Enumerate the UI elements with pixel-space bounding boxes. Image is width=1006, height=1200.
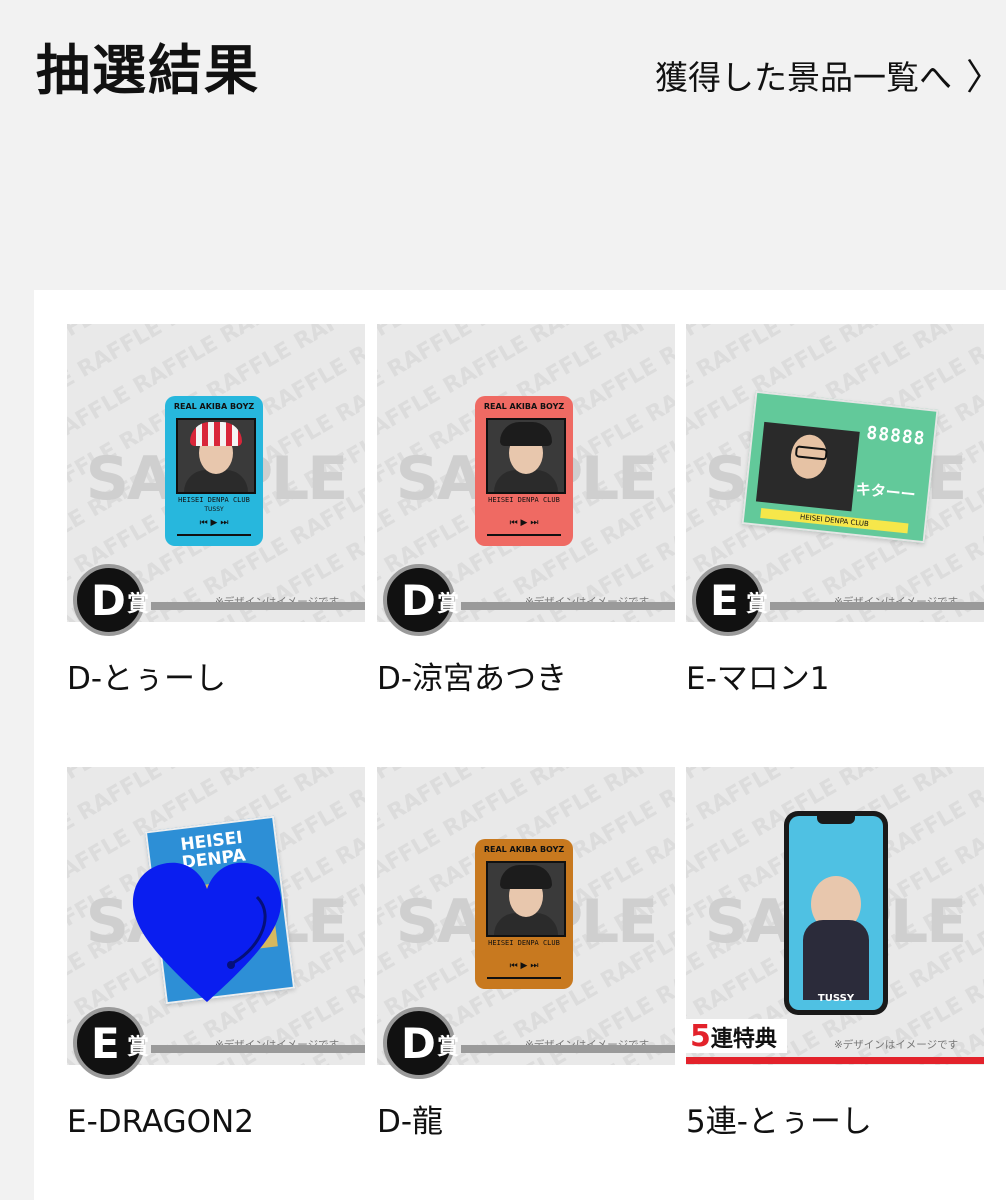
smartphone-image: TUSSY [784,811,888,1015]
raffle-watermark-text: RAFFLE RAFFLE RAFFLE RAFFLE RAFFLE RAFFL… [377,767,654,781]
prizes-list-link-label: 獲得した景品一覧へ [655,58,952,97]
raffle-watermark-text: RAFFLE RAFFLE RAFFLE RAFFLE RAFFLE RAFFL… [686,767,963,781]
heart-sticker-overlay [132,862,282,1002]
hat-shape [500,422,552,446]
grade-suffix: 賞 [746,592,769,617]
rensha-number: 5 [690,1019,711,1054]
design-caution-text: ※デザインはイメージです [834,1039,959,1051]
card-club-text: HEISEI DENPA CLUB [488,496,560,504]
hat-shape [190,422,242,446]
grade-letter: D [91,576,126,625]
grade-badge: E 賞 [686,562,984,636]
item-label: D-龍 [377,1104,444,1140]
grade-suffix: 賞 [437,592,460,617]
grade-letter: D [401,1019,436,1068]
grade-suffix: 賞 [437,1035,460,1060]
hat-shape [500,865,552,889]
acrylic-card-image: REAL AKIBA BOYZ HEISEI DENPA CLUB ⏮ ▶ ⏭ [475,839,573,989]
grade-letter: D [401,576,436,625]
ticket-card-image: 88888 キターー HEISEI DENPA CLUB [741,390,939,544]
rensha-underline [686,1057,984,1064]
results-card: RAFFLE RAFFLE RAFFLE RAFFLE RAFFLE RAFFL… [34,290,1006,1200]
portrait-photo [486,418,566,494]
card-header-text: REAL AKIBA BOYZ [483,402,565,411]
acrylic-card-image: REAL AKIBA BOYZ HEISEI DENPA CLUB ⏮ ▶ ⏭ [475,396,573,546]
grade-badge: D 賞 [377,1005,675,1079]
rensha-text: 連特典 [710,1027,777,1052]
player-controls: ⏮ ▶ ⏭ [509,961,539,971]
portrait-photo [176,418,256,494]
card-club-text: HEISEI DENPA CLUB [488,939,560,947]
raffle-watermark-text: RAFFLE RAFFLE RAFFLE RAFFLE RAFFLE RAFFL… [67,767,344,781]
item-label: D-とぅーし [67,661,227,697]
grade-badge: D 賞 [67,562,365,636]
prizes-list-link[interactable]: 獲得した景品一覧へ〉 [655,60,1002,96]
raffle-watermark-text: RAFFLE RAFFLE RAFFLE RAFFLE RAFFLE RAFFL… [686,324,984,411]
grade-letter: E [710,576,739,625]
item-label: E-DRAGON2 [67,1104,254,1140]
raffle-watermark-text: RAFFLE RAFFLE RAFFLE RAFFLE RAFFLE RAFFL… [377,324,654,338]
raffle-watermark-text: RAFFLE RAFFLE RAFFLE RAFFLE RAFFLE RAFFL… [686,324,950,395]
card-club-text: HEISEI DENPA CLUB [178,496,250,504]
item-label: E-マロン1 [686,661,830,697]
item-label: D-涼宮あつき [377,661,568,697]
portrait-photo [486,861,566,937]
grade-suffix: 賞 [127,592,150,617]
player-controls: ⏮ ▶ ⏭ [509,518,539,528]
raffle-watermark-text: RAFFLE RAFFLE RAFFLE RAFFLE RAFFLE RAFFL… [377,767,641,838]
page-header: 抽選結果 獲得した景品一覧へ〉 [0,0,1006,290]
grade-badge: D 賞 [377,562,675,636]
item-label: 5連-とぅーし [686,1104,872,1140]
rensha-bonus-label: 5連特典 [686,1019,787,1054]
smartphone-screen: TUSSY [789,816,883,1010]
acrylic-card-image: REAL AKIBA BOYZ HEISEI DENPA CLUB TUSSY … [165,396,263,546]
raffle-watermark-text: RAFFLE RAFFLE RAFFLE RAFFLE RAFFLE RAFFL… [686,324,963,338]
card-header-text: REAL AKIBA BOYZ [483,845,565,854]
grade-letter: E [91,1019,120,1068]
raffle-watermark-text: RAFFLE RAFFLE RAFFLE RAFFLE RAFFLE RAFFL… [67,324,344,338]
item-thumbnail[interactable]: RAFFLE RAFFLE RAFFLE RAFFLE RAFFLE RAFFL… [686,767,984,1065]
player-controls: ⏮ ▶ ⏭ [199,518,229,528]
chevron-right-icon: 〉 [966,57,1003,98]
grade-badge: E 賞 [67,1005,365,1079]
ticket-name: キターー [854,479,917,504]
ticket-digits: 88888 [865,422,927,450]
raffle-watermark-text: RAFFLE RAFFLE RAFFLE RAFFLE RAFFLE RAFFL… [377,324,641,395]
page-title: 抽選結果 [36,39,260,102]
raffle-watermark-text: RAFFLE RAFFLE RAFFLE RAFFLE RAFFLE RAFFL… [67,324,331,395]
phone-name-text: TUSSY [817,993,855,1004]
card-header-text: REAL AKIBA BOYZ [173,402,255,411]
card-name-text: TUSSY [204,506,224,513]
grade-suffix: 賞 [127,1035,150,1060]
